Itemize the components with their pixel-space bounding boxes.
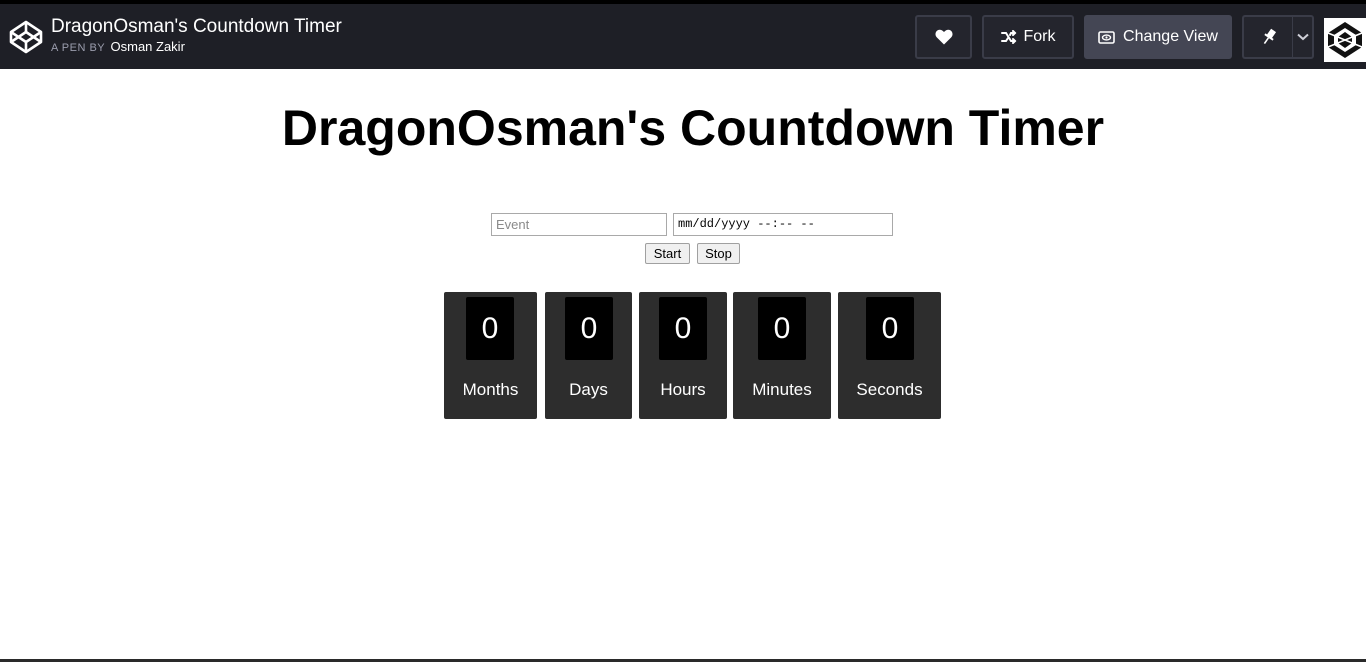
start-button[interactable]: Start: [645, 243, 690, 264]
codepen-header: DragonOsman's Countdown Timer A PEN BY O…: [0, 0, 1366, 69]
days-unit: 0 Days: [545, 292, 632, 419]
pen-title: DragonOsman's Countdown Timer: [51, 16, 342, 37]
user-avatar[interactable]: [1324, 18, 1366, 62]
minutes-unit: 0 Minutes: [733, 292, 831, 419]
datetime-input[interactable]: mm/dd/yyyy --:-- --: [673, 213, 893, 236]
chevron-down-icon: [1296, 33, 1309, 41]
seconds-label: Seconds: [856, 380, 923, 399]
change-view-label: Change View: [1123, 28, 1218, 45]
author-link[interactable]: Osman Zakir: [111, 39, 185, 54]
heart-button[interactable]: [915, 15, 972, 59]
heart-icon: [934, 29, 953, 45]
hours-label: Hours: [660, 380, 706, 399]
months-value: 0: [466, 297, 514, 360]
change-view-button[interactable]: Change View: [1084, 15, 1232, 59]
stop-button[interactable]: Stop: [697, 243, 740, 264]
codepen-logo-icon[interactable]: [9, 20, 43, 54]
pin-icon: [1263, 28, 1276, 45]
page-title: DragonOsman's Countdown Timer: [281, 100, 1105, 156]
hours-value: 0: [659, 297, 707, 360]
pen-by-prefix: A PEN BY: [51, 42, 105, 54]
months-unit: 0 Months: [444, 292, 537, 419]
fork-label: Fork: [1023, 28, 1056, 45]
hours-unit: 0 Hours: [639, 292, 727, 419]
months-label: Months: [462, 380, 519, 399]
seconds-value: 0: [866, 297, 914, 360]
pin-button[interactable]: [1242, 15, 1293, 59]
minutes-value: 0: [758, 297, 806, 360]
event-input[interactable]: [491, 213, 667, 236]
pin-dropdown-button[interactable]: [1292, 15, 1314, 59]
eye-icon: [1098, 30, 1115, 44]
days-value: 0: [565, 297, 613, 360]
minutes-label: Minutes: [752, 380, 812, 399]
fork-button[interactable]: Fork: [982, 15, 1074, 59]
avatar-image: [1324, 18, 1366, 62]
days-label: Days: [569, 380, 608, 399]
fork-icon: [1000, 30, 1016, 44]
seconds-unit: 0 Seconds: [838, 292, 941, 419]
pen-author-line: A PEN BY Osman Zakir: [51, 40, 185, 55]
